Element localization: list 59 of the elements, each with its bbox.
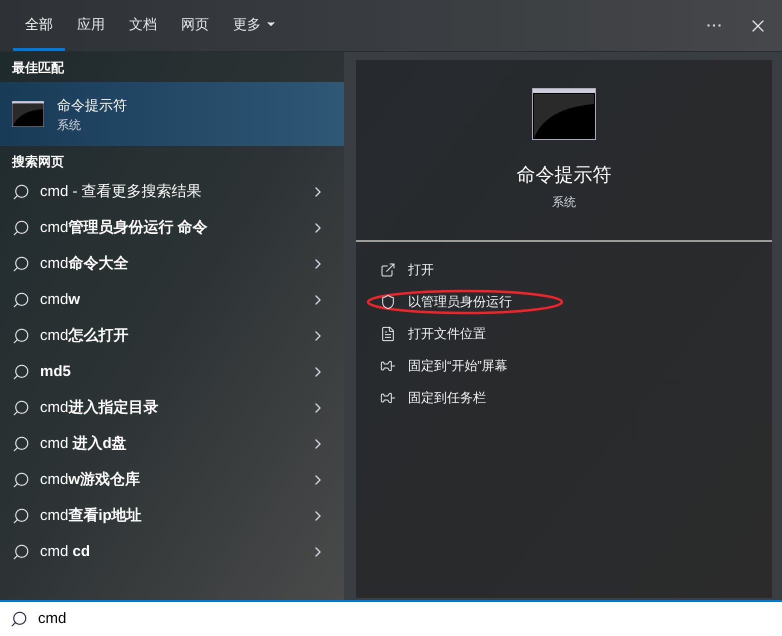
suggestion-text: md5 bbox=[40, 362, 71, 382]
search-icon bbox=[12, 183, 30, 201]
search-icon bbox=[12, 471, 30, 489]
search-icon bbox=[12, 255, 30, 273]
suggestion-text: cmdw bbox=[40, 290, 80, 310]
search-suggestion[interactable]: cmd怎么打开 bbox=[0, 318, 344, 354]
action-item[interactable]: 打开文件位置 bbox=[380, 324, 486, 344]
suggestion-text: cmd - 查看更多搜索结果 bbox=[40, 182, 202, 202]
pin-icon bbox=[380, 390, 396, 406]
open-window-icon bbox=[380, 262, 396, 278]
search-suggestion[interactable]: md5 bbox=[0, 354, 344, 390]
suggestion-text: cmd怎么打开 bbox=[40, 326, 128, 346]
search-icon bbox=[10, 610, 28, 628]
tab[interactable]: 应用 bbox=[65, 0, 117, 51]
search-suggestion[interactable]: cmdw游戏仓库 bbox=[0, 462, 344, 498]
more-icon bbox=[707, 24, 721, 27]
search-icon bbox=[12, 399, 30, 417]
section-heading: 最佳匹配 bbox=[11, 59, 66, 78]
search-icon bbox=[12, 435, 30, 453]
tab[interactable]: 文档 bbox=[117, 0, 169, 51]
search-icon bbox=[12, 327, 30, 345]
app-name: 命令提示符 bbox=[57, 96, 127, 114]
shield-icon bbox=[380, 294, 396, 310]
suggestion-text: cmd进入指定目录 bbox=[40, 398, 158, 418]
suggestion-text: cmd查看ip地址 bbox=[40, 506, 142, 526]
search-suggestion[interactable]: cmd cd bbox=[0, 534, 344, 570]
search-suggestion[interactable]: cmd 进入d盘 bbox=[0, 426, 344, 462]
suggestion-text: cmd命令大全 bbox=[40, 254, 128, 274]
search-input[interactable]: cmd bbox=[38, 608, 772, 630]
search-suggestion[interactable]: cmd管理员身份运行 命令 bbox=[0, 210, 344, 246]
action-item[interactable]: 固定到任务栏 bbox=[380, 388, 486, 408]
console-window-icon bbox=[12, 101, 44, 127]
suggestion-text: cmd管理员身份运行 命令 bbox=[40, 218, 208, 238]
suggestion-text: cmdw游戏仓库 bbox=[40, 470, 140, 490]
app-title: 命令提示符 bbox=[516, 164, 612, 188]
console-window-icon bbox=[532, 88, 596, 140]
section-heading: 搜索网页 bbox=[10, 153, 65, 172]
app-type: 系统 bbox=[57, 116, 82, 134]
action-item[interactable]: 打开 bbox=[380, 260, 434, 280]
suggestion-text: cmd cd bbox=[40, 542, 90, 562]
search-icon bbox=[12, 363, 30, 381]
search-suggestion[interactable]: cmd - 查看更多搜索结果 bbox=[0, 174, 344, 210]
pin-icon bbox=[380, 358, 396, 374]
action-item[interactable]: 固定到“开始”屏幕 bbox=[380, 356, 508, 376]
search-icon bbox=[12, 291, 30, 309]
suggestion-text: cmd 进入d盘 bbox=[40, 434, 127, 454]
tab[interactable]: 更多 bbox=[221, 0, 289, 51]
search-suggestion[interactable]: cmd命令大全 bbox=[0, 246, 344, 282]
search-suggestion[interactable]: cmd查看ip地址 bbox=[0, 498, 344, 534]
search-box[interactable]: cmd bbox=[0, 600, 782, 636]
search-suggestion[interactable]: cmd进入指定目录 bbox=[0, 390, 344, 426]
app-type: 系统 bbox=[552, 194, 576, 210]
search-icon bbox=[12, 507, 30, 525]
best-match-item[interactable]: 命令提示符 系统 bbox=[0, 82, 344, 146]
file-icon bbox=[380, 326, 396, 342]
search-icon bbox=[12, 219, 30, 237]
tab[interactable]: 网页 bbox=[169, 0, 221, 51]
search-icon bbox=[12, 543, 30, 561]
search-suggestion[interactable]: cmdw bbox=[0, 282, 344, 318]
